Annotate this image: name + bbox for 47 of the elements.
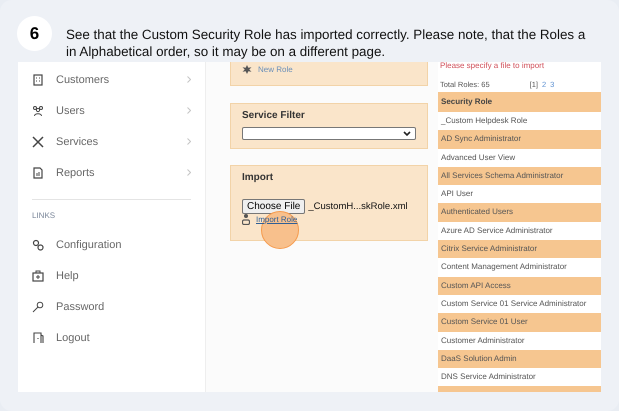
table-row[interactable]: Authenticated Users [438,203,601,222]
table-row[interactable]: Customer Administrator [438,332,601,350]
table-row[interactable]: Custom Service 01 User [438,313,601,332]
building-icon [32,74,44,86]
instruction-text: See that the Custom Security Role has imported correctly. Please note, that the Roles a in Alphabetical order, so it may be on a different page. [66,26,586,60]
table-row[interactable]: Custom Service 01 Service Administrator [438,294,601,314]
tools-icon [32,136,44,148]
sidebar-item[interactable]: Customers [18,64,205,95]
gears-icon [32,238,44,250]
chevron-right-icon [187,107,191,114]
medical-kit-icon [32,270,44,282]
table-row[interactable]: AD Sync Administrator [438,130,601,149]
service-filter-dropdown[interactable] [242,127,416,140]
table-row[interactable]: Custom API Access [438,276,601,295]
table-row[interactable]: Azure AD Service Administrator [438,222,601,240]
sidebar-item[interactable]: Users [18,95,205,126]
section-heading: LINKS [31,210,56,222]
import-role-link[interactable]: Import Role [256,215,298,224]
chevron-right-icon [187,138,191,145]
chevron-right-icon [187,76,191,83]
table-row[interactable]: Content Management Administrator [438,258,601,277]
chevron-down-icon [403,131,411,136]
document-icon [32,166,44,178]
chevron-right-icon [187,169,191,176]
panel-title: Import [242,172,274,183]
table-row[interactable]: Citrix Service Administrator [438,240,601,258]
sidebar-item[interactable]: Reports [18,157,205,188]
door-icon [32,332,44,344]
step-number: 6 [17,16,52,51]
choose-file-button[interactable]: Choose File [242,199,306,214]
sidebar-link[interactable]: Help [18,260,205,291]
table-row[interactable]: DNS Service Administrator [438,368,601,386]
sidebar-link[interactable]: Password [18,291,205,322]
panel-title: Service Filter [242,110,306,121]
sidebar-link[interactable]: Logout [18,322,205,353]
sidebar-item[interactable]: Services [18,126,205,157]
error-message: Please specify a file to import [439,62,546,72]
sidebar-link[interactable]: Configuration [18,229,205,260]
table-row[interactable]: API User [438,185,601,204]
file-name: _CustomH...skRole.xml [308,201,408,212]
table-row[interactable]: _Custom Helpdesk Role [438,112,601,130]
person-icon [242,214,250,225]
table-row[interactable]: All Services Schema Administrator [438,166,601,186]
table-row[interactable]: DaaS Solution Admin [438,350,601,368]
users-icon [32,104,44,116]
column-header: Security Role [438,92,601,112]
table-row[interactable]: Advanced User View [438,148,601,167]
